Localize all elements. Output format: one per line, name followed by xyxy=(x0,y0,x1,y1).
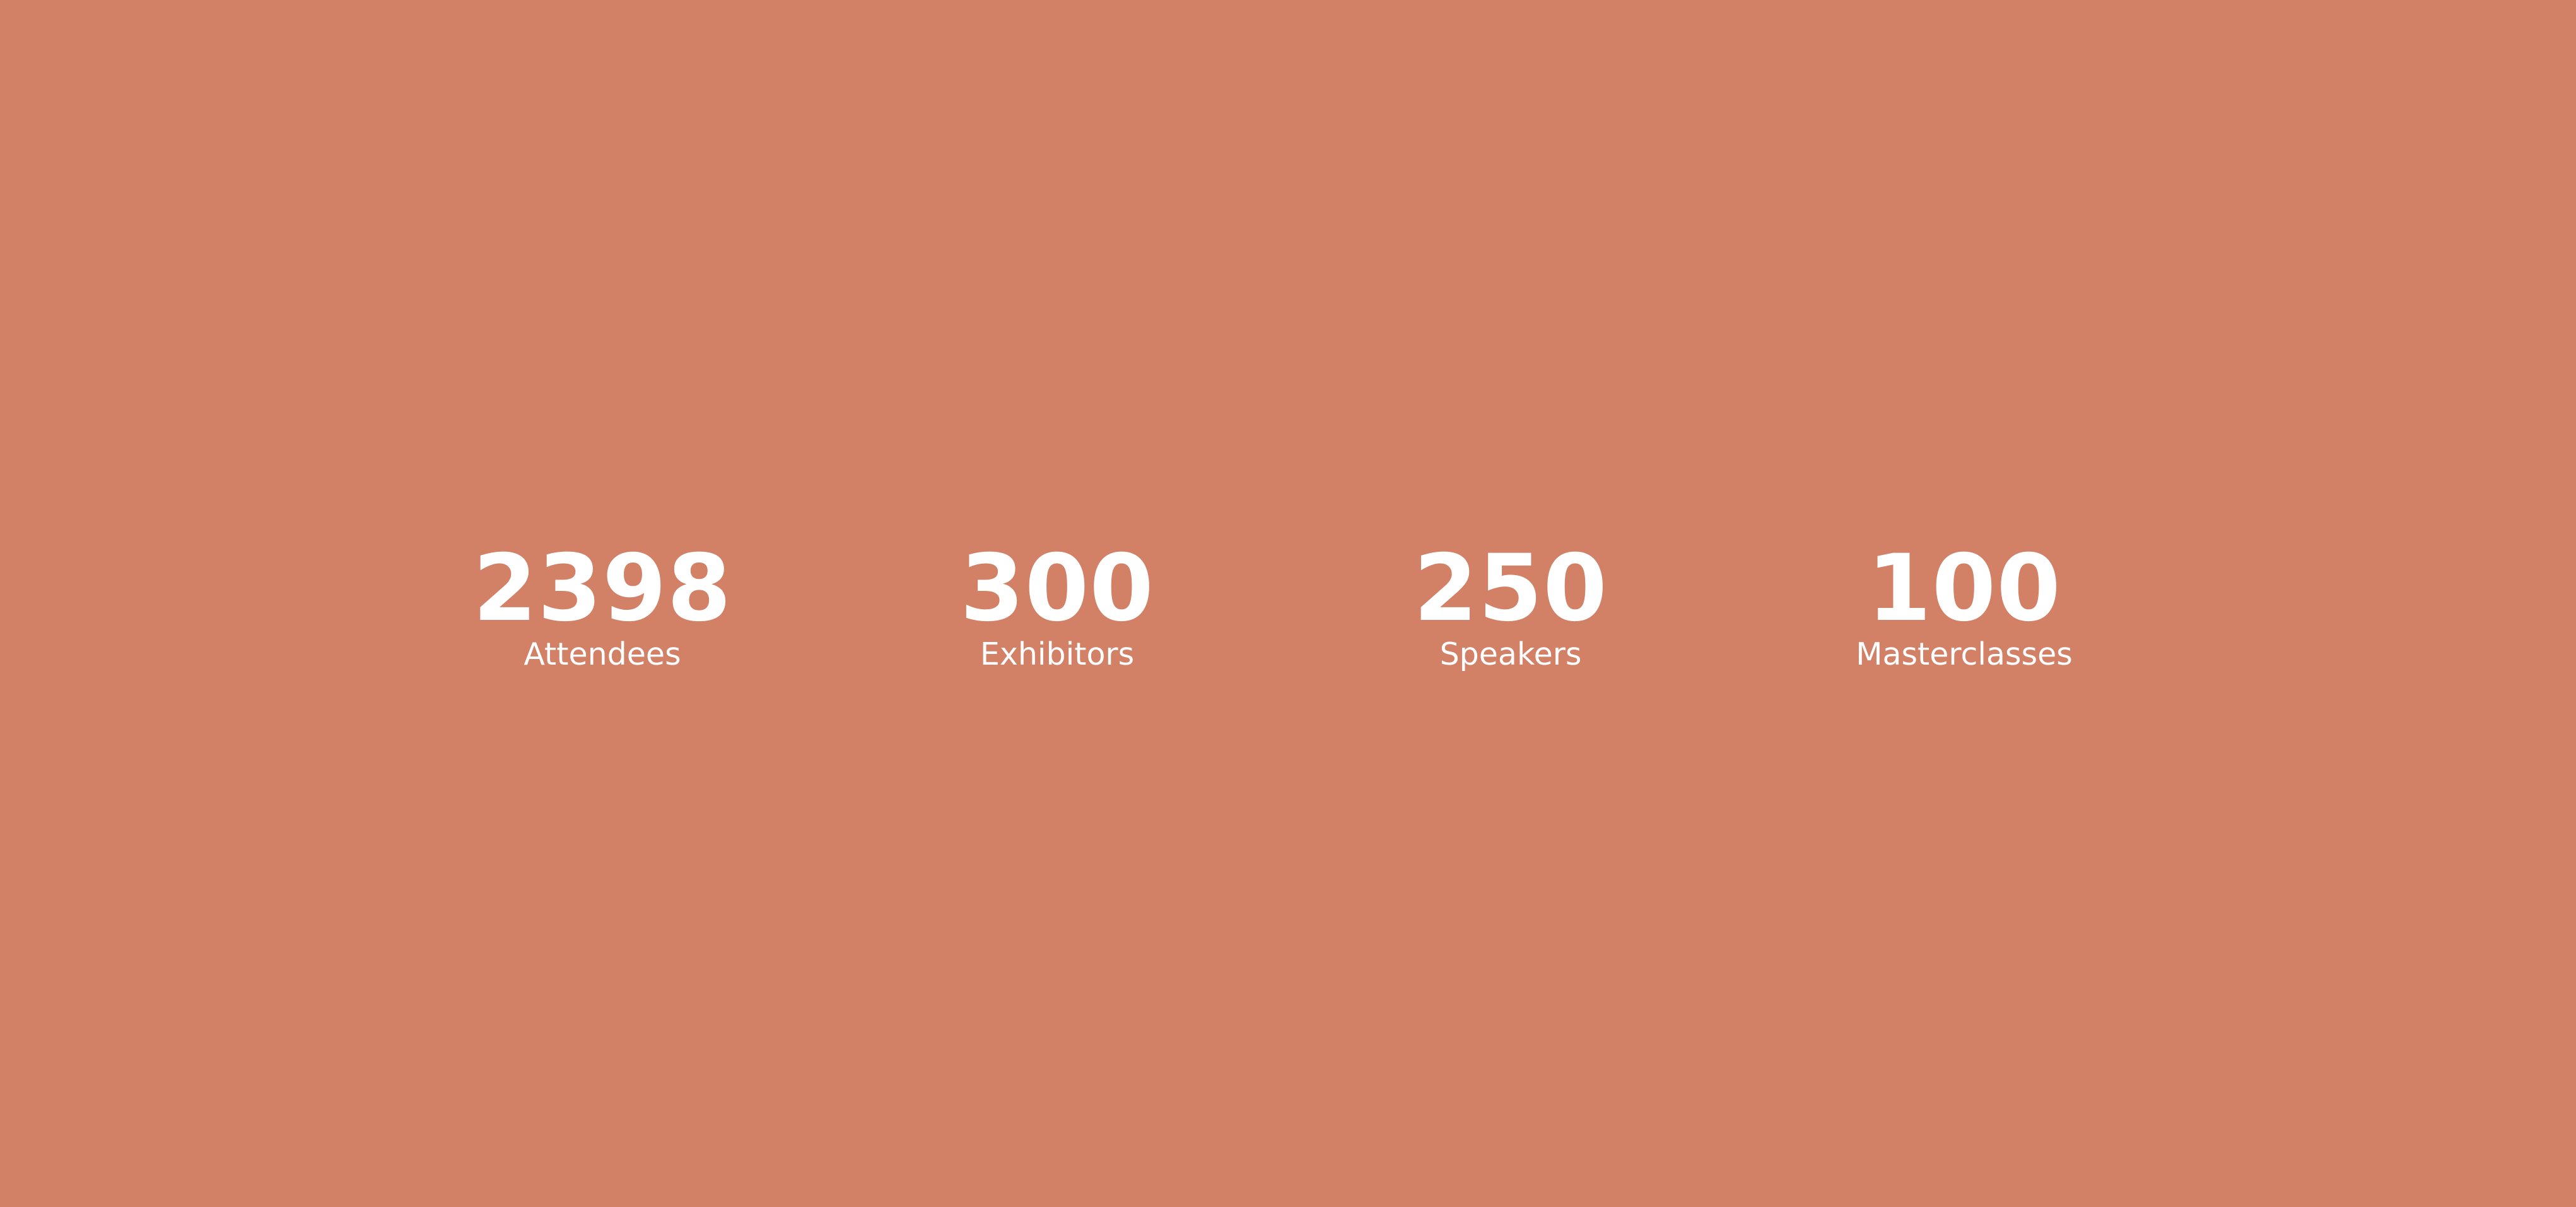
stat-label: Speakers xyxy=(1439,636,1582,672)
stat-value: 300 xyxy=(960,535,1154,642)
stats-section: 2398 Attendees 300 Exhibitors 250 Speake… xyxy=(0,0,2576,1207)
stat-value: 250 xyxy=(1414,535,1608,642)
stat-label: Masterclasses xyxy=(1856,636,2073,672)
stat-label: Exhibitors xyxy=(980,636,1135,672)
stat-masterclasses: 100 Masterclasses xyxy=(1775,541,2153,680)
stat-label: Attendees xyxy=(524,636,681,672)
stat-value: 2398 xyxy=(472,535,732,642)
stat-attendees: 2398 Attendees xyxy=(413,541,792,680)
stat-speakers: 250 Speakers xyxy=(1321,541,1700,680)
stat-value: 100 xyxy=(1867,535,2061,642)
stat-exhibitors: 300 Exhibitors xyxy=(868,541,1246,680)
